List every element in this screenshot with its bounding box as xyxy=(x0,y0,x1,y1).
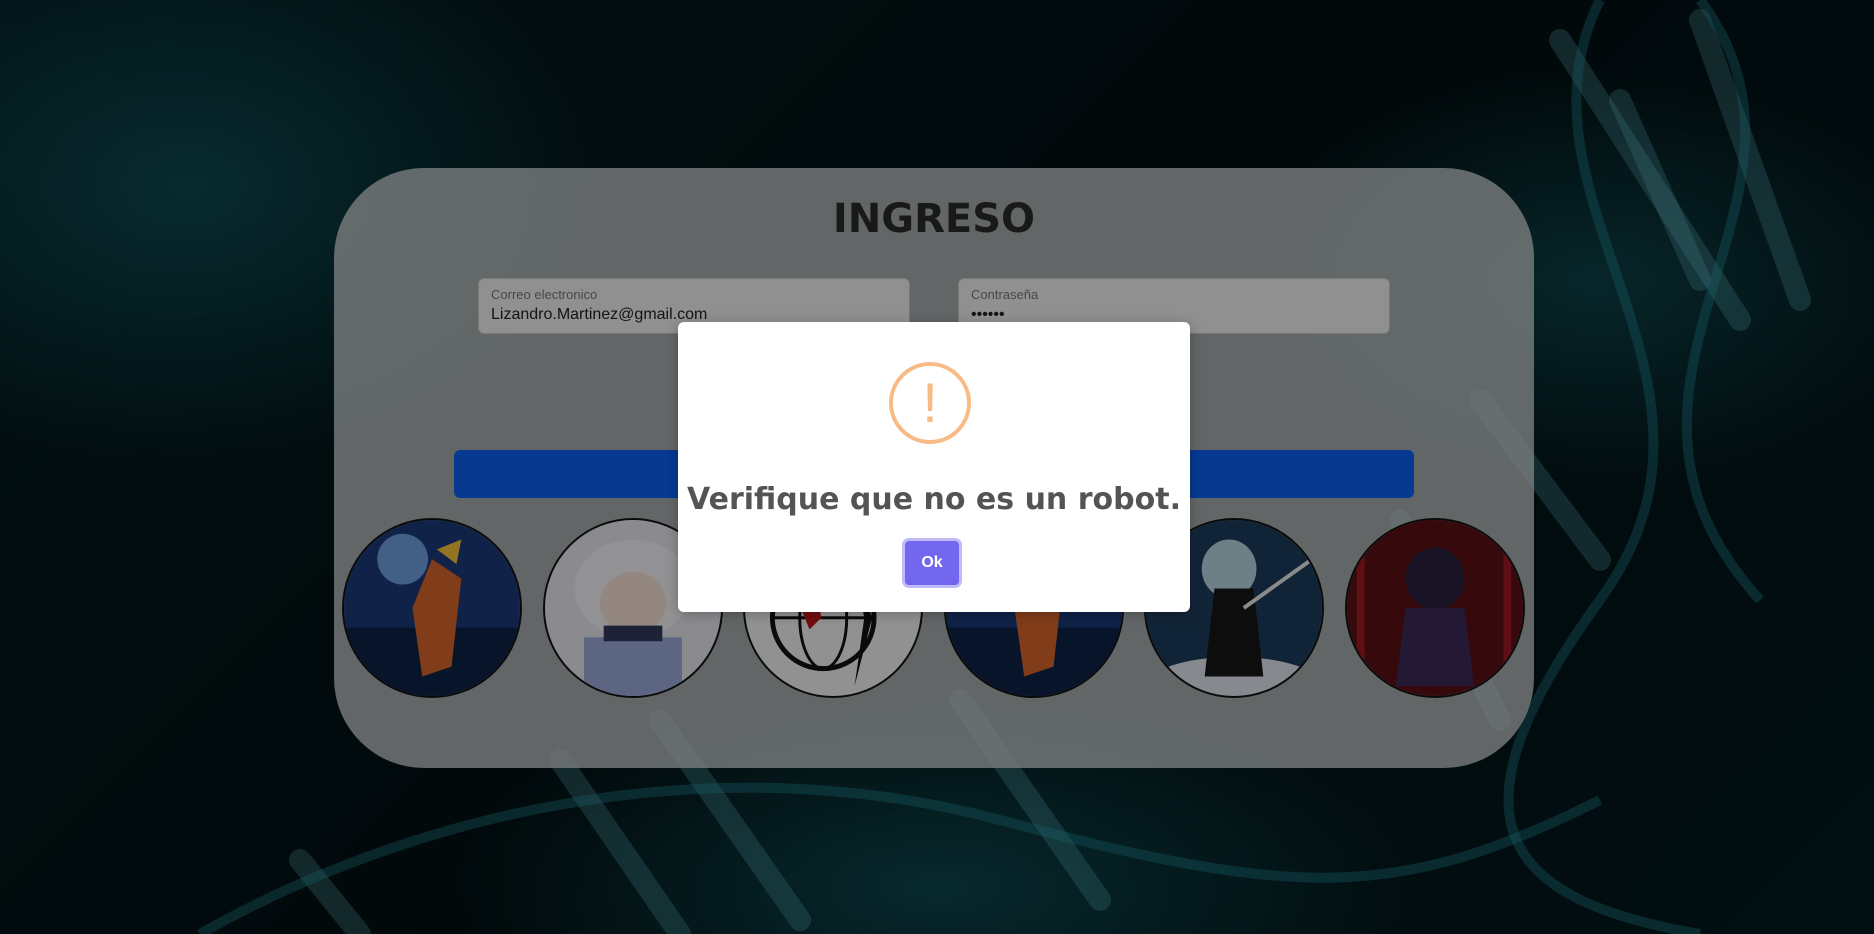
alert-message: Verifique que no es un robot. xyxy=(687,482,1181,517)
warning-icon: ! xyxy=(889,362,971,444)
ok-button[interactable]: Ok xyxy=(905,541,959,585)
alert-dialog: ! Verifique que no es un robot. Ok xyxy=(678,322,1190,612)
